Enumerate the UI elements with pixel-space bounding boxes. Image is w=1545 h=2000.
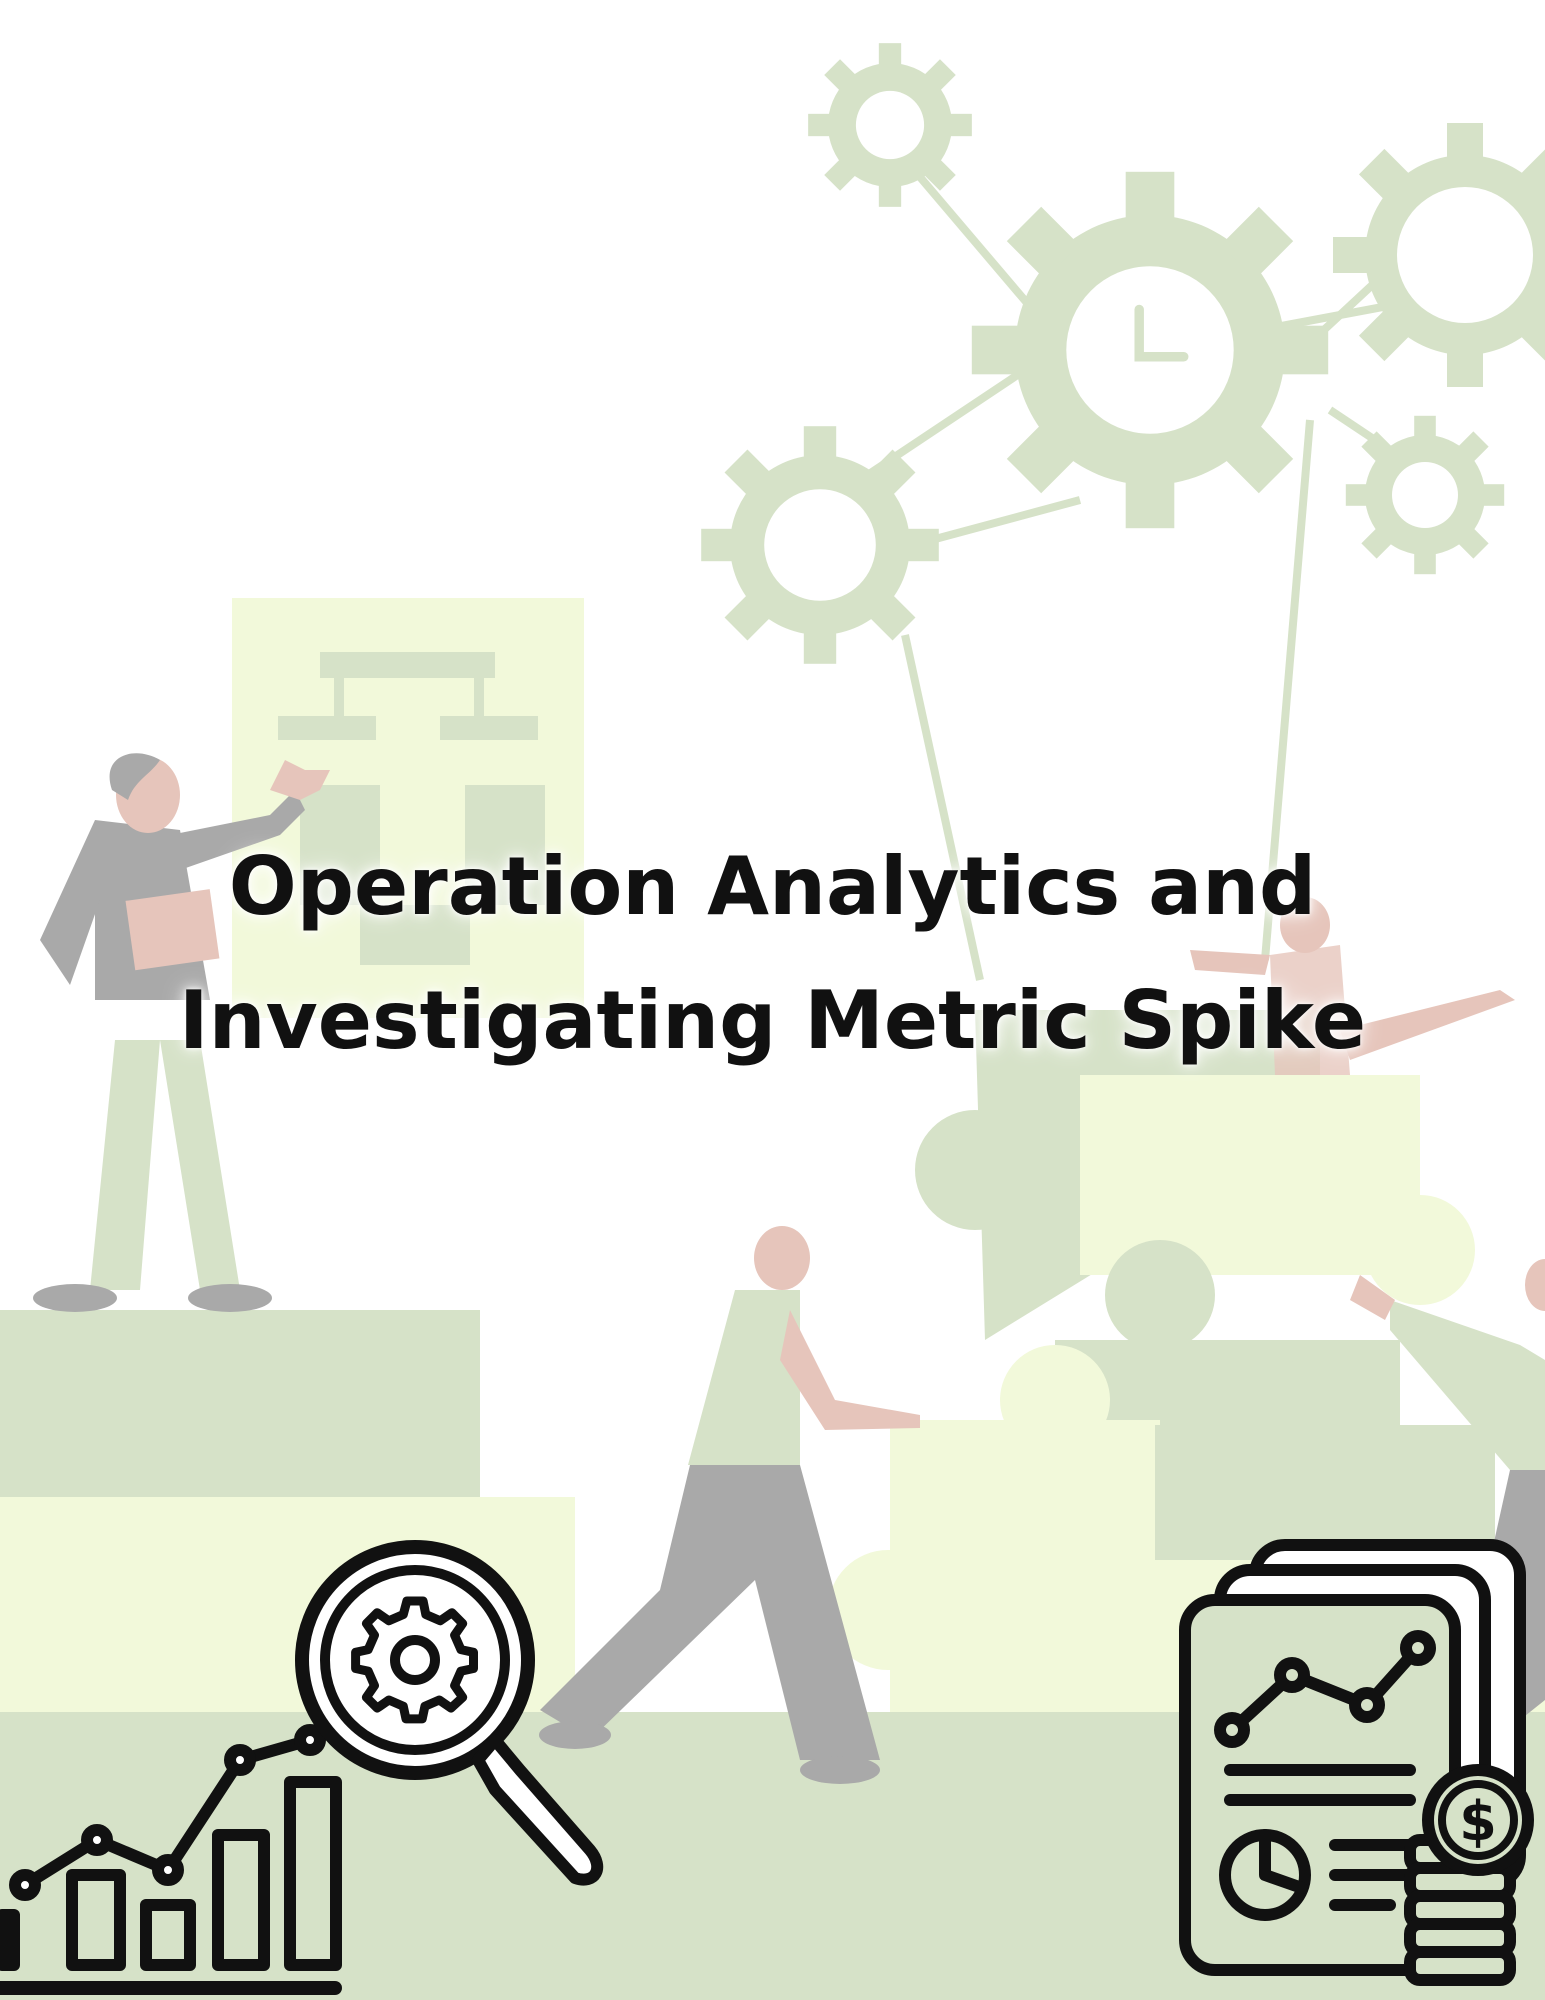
cover-page: $ Operation Analytics and Investigating … [0,0,1545,2000]
dollar-icon: $ [1459,1790,1497,1853]
title-line-2: Investigating Metric Spike [178,974,1367,1067]
page-title: Operation Analytics and Investigating Me… [0,820,1545,1088]
title-line-1: Operation Analytics and [228,840,1317,933]
